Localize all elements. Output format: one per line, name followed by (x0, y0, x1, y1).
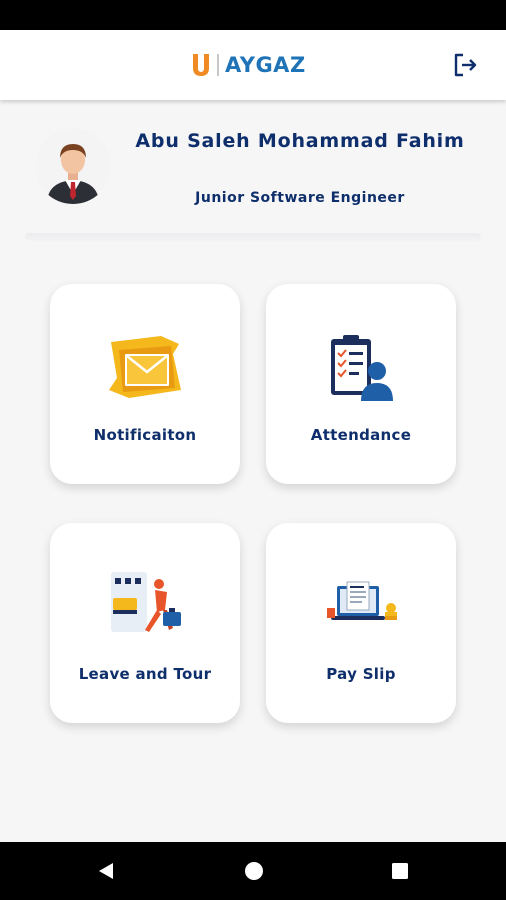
logout-icon (454, 53, 477, 77)
recents-square-icon (392, 863, 408, 879)
laptop-salary-icon (311, 563, 411, 653)
back-button[interactable] (94, 859, 118, 883)
attendance-label: Attendance (310, 426, 412, 444)
notification-label: Notificaiton (93, 426, 197, 444)
pay-slip-label: Pay Slip (326, 665, 396, 683)
clipboard-person-icon (311, 324, 411, 414)
recents-button[interactable] (388, 859, 412, 883)
user-designation: Junior Software Engineer (195, 190, 405, 206)
section-divider (25, 233, 481, 241)
system-nav-bar (0, 842, 506, 900)
brand-u-icon (193, 54, 209, 76)
leave-tour-label: Leave and Tour (78, 665, 212, 683)
attendance-tile[interactable]: Attendance (266, 284, 456, 484)
avatar (35, 128, 111, 204)
back-triangle-icon (99, 863, 113, 879)
brand-name: AYGAZ (225, 53, 306, 77)
aygaz-logo: AYGAZ (191, 50, 306, 80)
logout-button[interactable] (450, 50, 480, 80)
home-button[interactable] (242, 859, 266, 883)
user-avatar-icon (35, 128, 111, 204)
user-name: Abu Saleh Mohammad Fahim (135, 130, 465, 152)
notification-tile[interactable]: Notificaiton (50, 284, 240, 484)
logo-separator (217, 54, 219, 76)
status-bar (0, 0, 506, 30)
leave-tour-tile[interactable]: Leave and Tour (50, 523, 240, 723)
pay-slip-tile[interactable]: Pay Slip (266, 523, 456, 723)
home-circle-icon (245, 862, 263, 880)
app-bar: AYGAZ (0, 30, 506, 100)
profile-section: Abu Saleh Mohammad Fahim Junior Software… (0, 100, 506, 235)
envelope-icon (95, 324, 195, 414)
traveler-luggage-icon (95, 563, 195, 653)
